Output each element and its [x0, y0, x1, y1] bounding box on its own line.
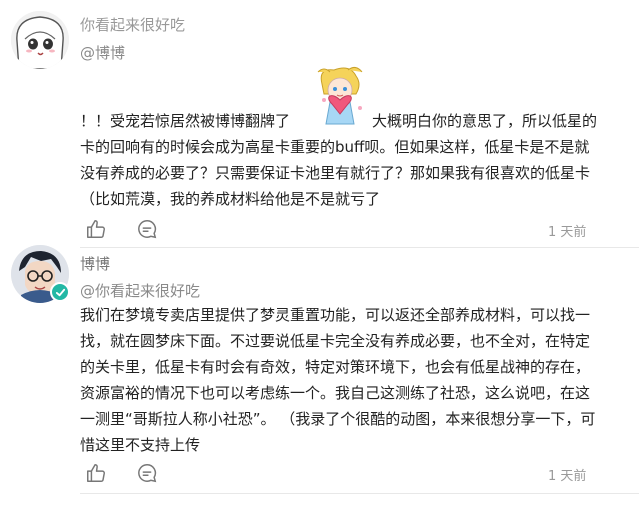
avatar-image [11, 11, 69, 69]
comment-body-line: 大概明白你的意思了，所以低星的 [372, 112, 598, 130]
comment-divider [80, 493, 639, 494]
comment-body-line: ！！受宠若惊居然被博博翻牌了 [80, 112, 291, 130]
comment-bubble-icon[interactable] [136, 462, 158, 484]
comment-body-line: 找，就在圆梦床下面。不过要说低星卡完全没有养成必要，也不全对，在特定 [80, 332, 591, 350]
thumbs-up-icon[interactable] [85, 218, 107, 240]
comment-body-line: 资源富裕的情况下也可以考虑练一个。我自己这测练了社恐，这么说吧，在这 [80, 384, 591, 402]
comment-body-line: 卡的回响有的时候会成为高星卡重要的buff呗。但如果这样，低星卡是不是就 [80, 138, 590, 156]
thumbs-up-icon[interactable] [85, 462, 107, 484]
comment-body-line: 一测里“哥斯拉人称小社恐”。 （我录了个很酷的动图，本来很想分享一下，可 [80, 410, 596, 428]
heart-girl-sticker [310, 64, 370, 130]
comment-bubble-icon[interactable] [136, 218, 158, 240]
verified-badge-icon [50, 282, 70, 302]
comment-username[interactable]: 博博 [80, 253, 110, 274]
comment-body-line: 我们在梦境专卖店里提供了梦灵重置功能，可以返还全部养成材料，可以找一 [80, 306, 591, 324]
comment-mention[interactable]: @你看起来很好吃 [80, 280, 200, 301]
comment-divider [80, 247, 639, 248]
comment-timestamp: 1 天前 [548, 225, 587, 240]
comment-username[interactable]: 你看起来很好吃 [80, 14, 185, 35]
comment-timestamp: 1 天前 [548, 469, 587, 484]
comment-body-line: 惜这里不支持上传 [80, 436, 201, 454]
comment-mention[interactable]: @博博 [80, 42, 125, 63]
comment-body-line: 的关卡里，低星卡有时会有奇效，特定对策环境下，也会有低星战神的存在， [80, 358, 591, 376]
avatar-commenter-1[interactable] [11, 11, 69, 69]
comment-body-line: 没有养成的必要了？只需要保证卡池里有就行了？那如果我有很喜欢的低星卡 [80, 164, 591, 182]
comment-body-line: （比如荒漠，我的养成材料给他是不是就亏了 [80, 190, 381, 208]
